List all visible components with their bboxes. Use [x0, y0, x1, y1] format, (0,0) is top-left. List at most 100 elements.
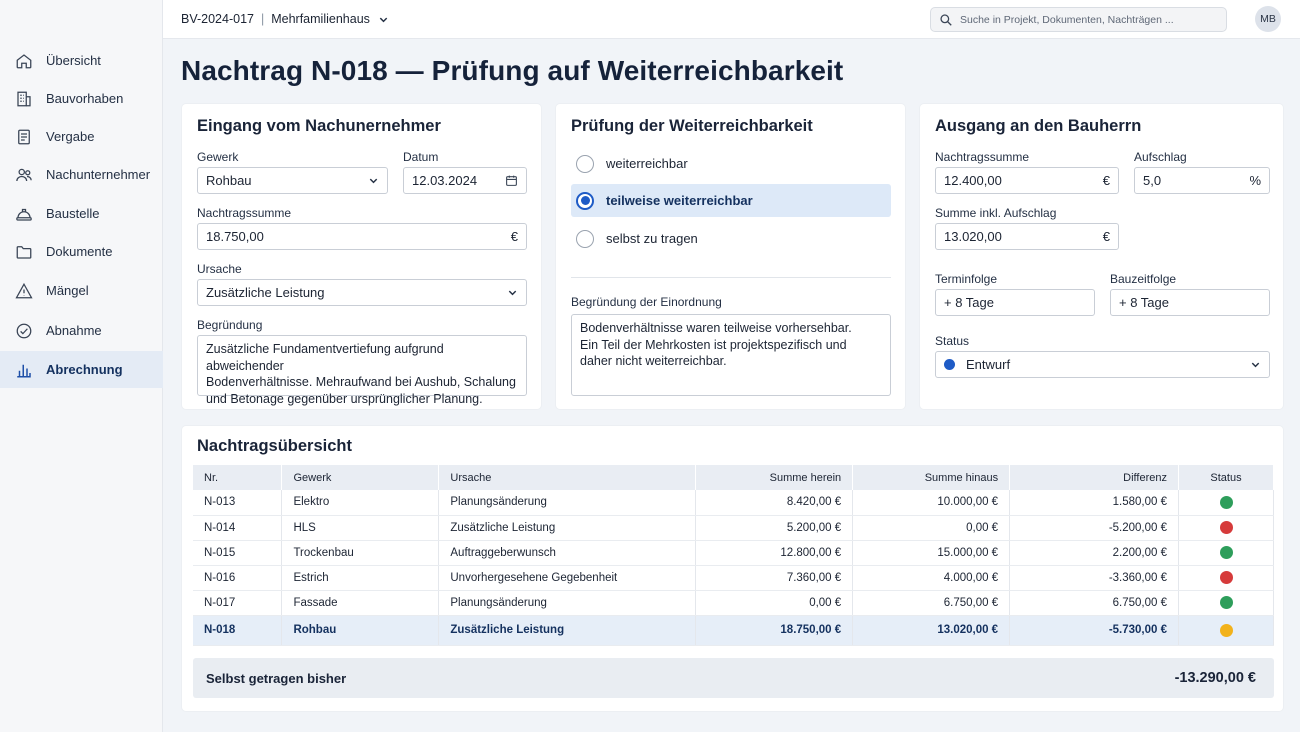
column-header-ursache[interactable]: Ursache [438, 465, 697, 490]
terminfolge-label: Terminfolge [935, 272, 998, 286]
status-select[interactable]: Entwurf [935, 351, 1270, 378]
status-dot [1219, 546, 1233, 559]
gewerk-label: Gewerk [197, 150, 239, 164]
search-placeholder: Suche in Projekt, Dokumenten, Nachträgen… [960, 13, 1174, 26]
textarea-line: daher nicht weiterreichbar. [580, 354, 727, 368]
project-selector[interactable]: BV-2024-017 | Mehrfamilienhaus [181, 12, 389, 26]
aufschlag-value: 5,0 [1143, 173, 1162, 188]
ausgang-summe-field[interactable]: 12.400,00 € [935, 167, 1119, 194]
radio-selbst-zu-tragen[interactable]: selbst zu tragen [571, 222, 891, 255]
sidebar-item-label: Nachunternehmer [46, 167, 151, 182]
ursache-select[interactable]: Zusätzliche Leistung [197, 279, 527, 306]
cell-status [1178, 540, 1274, 566]
bauzeitfolge-field[interactable]: + 8 Tage [1110, 289, 1270, 316]
column-header-differenz[interactable]: Differenz [1009, 465, 1179, 490]
eingang-summe-label: Nachtragssumme [197, 206, 292, 220]
sidebar-item-nachunternehmer[interactable]: Nachunternehmer [0, 156, 163, 193]
cell-differenz: 1.580,00 € [1009, 490, 1179, 516]
einordnung-textarea[interactable]: Bodenverhältnisse waren teilweise vorher… [571, 314, 891, 396]
sidebar-item-vergabe[interactable]: Vergabe [0, 118, 163, 155]
summary-bar: Selbst getragen bisher -13.290,00 € [193, 658, 1274, 698]
cell-gewerk: Trockenbau [281, 540, 440, 566]
cell-ursache: Planungsänderung [438, 490, 697, 516]
cell-ursache: Zusätzliche Leistung [438, 615, 697, 646]
bauzeitfolge-label: Bauzeitfolge [1110, 272, 1177, 286]
cell-summe-hinaus: 13.020,00 € [852, 615, 1011, 646]
cell-gewerk: HLS [281, 515, 440, 541]
cell-differenz: -3.360,00 € [1009, 565, 1179, 591]
ursache-value: Zusätzliche Leistung [206, 285, 325, 300]
gewerk-select[interactable]: Rohbau [197, 167, 388, 194]
cell-ursache: Unvorhergesehene Gegebenheit [438, 565, 697, 591]
radio-weiterreichbar[interactable]: weiterreichbar [571, 147, 891, 180]
cell-ursache: Auftraggeberwunsch [438, 540, 697, 566]
table-row[interactable]: N-018 Rohbau Zusätzliche Leistung 18.750,00… [193, 615, 1274, 646]
cell-differenz: 2.200,00 € [1009, 540, 1179, 566]
cell-summe-hinaus: 15.000,00 € [852, 540, 1011, 566]
sidebar-item-dokumente[interactable]: Dokumente [0, 233, 163, 270]
home-icon [16, 53, 32, 68]
sidebar-item-label: Vergabe [46, 129, 95, 144]
inkl-field[interactable]: 13.020,00 € [935, 223, 1119, 250]
table-row[interactable]: N-015 Trockenbau Auftraggeberwunsch 12.800,… [193, 540, 1274, 566]
gewerk-value: Rohbau [206, 173, 252, 188]
building-icon [17, 91, 31, 106]
aufschlag-label: Aufschlag [1134, 150, 1187, 164]
sidebar-item-abnahme[interactable]: Abnahme [0, 312, 163, 349]
begruendung-textarea[interactable]: Zusätzliche Fundamentvertiefung aufgrund… [197, 335, 527, 406]
datum-field[interactable]: 12.03.2024 [403, 167, 527, 194]
column-header-gewerk[interactable]: Gewerk [281, 465, 440, 490]
aufschlag-field[interactable]: 5,0 % [1134, 167, 1270, 194]
status-dot [1219, 571, 1233, 584]
cell-nr: N-016 [193, 565, 283, 591]
project-name: Mehrfamilienhaus [271, 12, 370, 26]
column-header-status[interactable]: Status [1178, 465, 1274, 490]
cell-status [1178, 490, 1274, 516]
radio-teilweise-weiterreichbar[interactable]: teilweise weiterreichbar [571, 184, 891, 217]
chevron-down-icon [379, 17, 388, 22]
column-header-summe-herein[interactable]: Summe herein [695, 465, 854, 490]
status-label: Status [935, 334, 970, 348]
cell-summe-herein: 8.420,00 € [695, 490, 854, 516]
sidebar-item-maengel[interactable]: Mängel [0, 272, 163, 309]
inkl-value: 13.020,00 [944, 229, 1002, 244]
cell-gewerk: Fassade [281, 590, 440, 616]
radio-circle [576, 191, 594, 210]
cell-nr: N-017 [193, 590, 283, 616]
topbar: BV-2024-017 | Mehrfamilienhaus Suche in … [163, 0, 1300, 39]
radio-dot [580, 196, 590, 205]
avatar[interactable]: MB [1255, 6, 1281, 32]
terminfolge-value: + 8 Tage [944, 295, 995, 310]
chevron-down-icon [1251, 362, 1260, 368]
table-row[interactable]: N-017 Fassade Planungsänderung 0,00 €6.750,… [193, 590, 1274, 616]
column-header-summe-hinaus[interactable]: Summe hinaus [852, 465, 1011, 490]
sidebar-item-bauvorhaben[interactable]: Bauvorhaben [0, 80, 163, 117]
cell-nr: N-018 [193, 615, 283, 646]
chevron-down-icon [369, 178, 378, 184]
status-dot [1219, 495, 1233, 509]
status-dot [944, 359, 955, 370]
terminfolge-field[interactable]: + 8 Tage [935, 289, 1095, 316]
check-circle-icon [16, 323, 32, 338]
sidebar-item-uebersicht[interactable]: Übersicht [0, 42, 163, 79]
table-row[interactable]: N-014 HLS Zusätzliche Leistung 5.200,00 €0,… [193, 515, 1274, 541]
sidebar-item-label: Abnahme [46, 323, 102, 338]
sidebar-item-baustelle[interactable]: Baustelle [0, 195, 163, 232]
sidebar-item-label: Mängel [46, 283, 89, 298]
search-input[interactable]: Suche in Projekt, Dokumenten, Nachträgen… [930, 7, 1227, 32]
textarea-line: Bodenverhältnisse waren teilweise vorher… [580, 321, 852, 335]
users-icon [16, 168, 32, 181]
eingang-summe-field[interactable]: 18.750,00 € [197, 223, 527, 250]
divider [571, 277, 891, 278]
table-row[interactable]: N-013 Elektro Planungsänderung 8.420,00 €10… [193, 490, 1274, 516]
sidebar-item-abrechnung[interactable]: Abrechnung [0, 351, 163, 388]
column-header-nr[interactable]: Nr. [193, 465, 283, 490]
chevron-down-icon [508, 290, 517, 296]
table-row[interactable]: N-016 Estrich Unvorhergesehene Gegebenheit… [193, 565, 1274, 591]
helmet-icon [16, 208, 32, 221]
radio-circle [576, 229, 594, 248]
cell-gewerk: Rohbau [281, 615, 440, 646]
calendar-icon[interactable] [505, 174, 518, 187]
cell-summe-hinaus: 0,00 € [852, 515, 1011, 541]
sidebar-item-label: Abrechnung [46, 362, 123, 377]
